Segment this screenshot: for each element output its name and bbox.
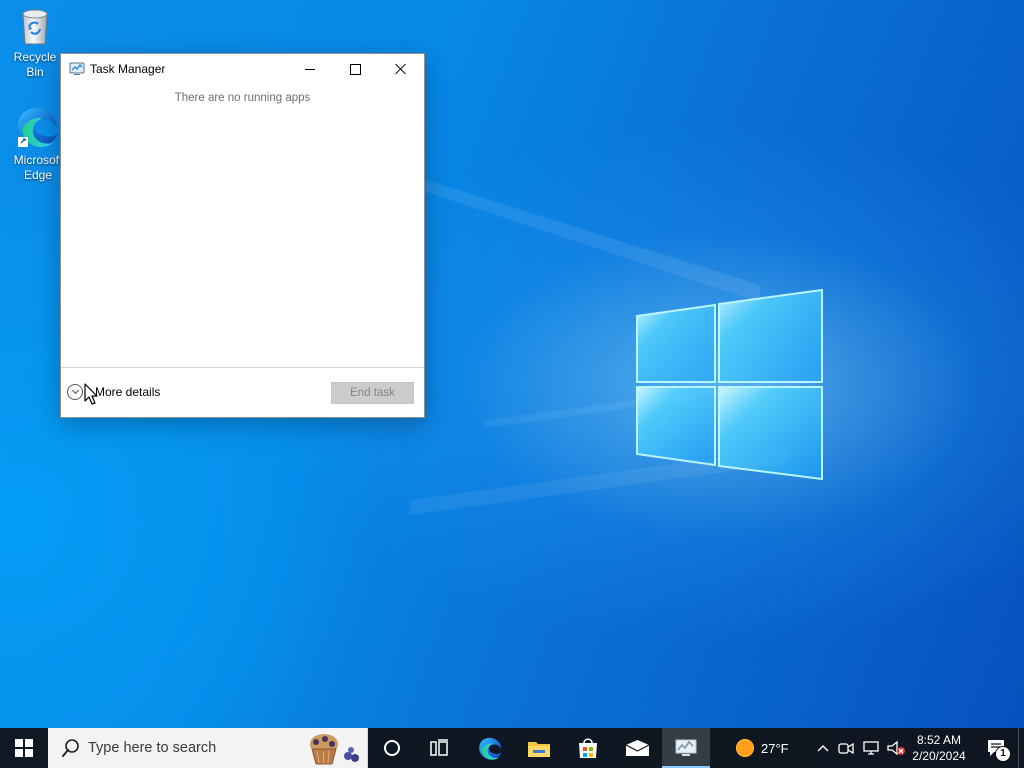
network-icon — [863, 741, 879, 755]
close-button[interactable] — [378, 54, 424, 84]
notification-count-badge: 1 — [996, 747, 1010, 761]
store-icon — [579, 738, 597, 758]
network-button[interactable] — [860, 728, 882, 768]
search-placeholder: Type here to search — [88, 740, 217, 756]
microsoft-edge-icon — [18, 108, 58, 147]
desktop-recycle-bin[interactable]: Recycle Bin — [4, 6, 66, 80]
windows-desktop: Recycle Bin Microsoft Edge Task Manager … — [0, 0, 1024, 768]
task-manager-window: Task Manager There are no running apps M… — [60, 53, 425, 418]
taskbar-clock[interactable]: 8:52 AM 2/20/2024 — [907, 732, 971, 766]
circle-icon — [384, 740, 400, 756]
muffin-icon — [310, 734, 359, 765]
weather-temperature: 27°F — [761, 740, 789, 756]
sun-icon — [736, 739, 754, 757]
volume-muted-icon — [887, 740, 905, 756]
task-manager-taskbar-button[interactable] — [662, 728, 710, 768]
minimize-button[interactable] — [287, 54, 333, 84]
mail-icon — [625, 740, 649, 756]
edge-taskbar-button[interactable] — [466, 728, 514, 768]
start-button[interactable] — [0, 728, 48, 768]
task-manager-titlebar[interactable]: Task Manager — [61, 54, 424, 84]
taskbar: Type here to search 27°F 8:52 AM 2/20/20… — [0, 728, 1024, 768]
recycle-bin-label: Recycle Bin — [13, 50, 57, 79]
no-running-apps-message: There are no running apps — [174, 92, 311, 104]
recycle-bin-icon — [22, 9, 48, 45]
more-details-label: More details — [95, 385, 161, 399]
more-details-button[interactable]: More details — [67, 381, 160, 403]
chevron-down-icon — [67, 384, 83, 400]
task-view-icon — [430, 739, 448, 756]
notification-center-button[interactable]: 1 — [977, 728, 1015, 768]
task-manager-icon — [69, 62, 85, 75]
maximize-icon — [349, 63, 361, 75]
volume-button[interactable] — [884, 728, 908, 768]
microsoft-store-taskbar-button[interactable] — [564, 728, 612, 768]
maximize-button[interactable] — [332, 54, 378, 84]
cortana-button[interactable] — [368, 728, 416, 768]
task-view-button[interactable] — [416, 728, 464, 768]
folder-icon — [528, 742, 550, 757]
clock-date: 2/20/2024 — [912, 749, 966, 763]
end-task-button[interactable]: End task — [331, 382, 414, 404]
taskbar-search-box[interactable]: Type here to search — [48, 728, 368, 768]
meet-now-button[interactable] — [836, 728, 856, 768]
weather-widget[interactable]: 27°F — [736, 728, 812, 768]
close-icon — [395, 63, 407, 75]
windows-start-icon — [15, 739, 33, 757]
mail-taskbar-button[interactable] — [613, 728, 661, 768]
file-explorer-taskbar-button[interactable] — [515, 728, 563, 768]
chevron-up-icon — [817, 745, 829, 752]
minimize-icon — [305, 68, 315, 70]
footer-divider — [61, 367, 424, 368]
clock-time: 8:52 AM — [916, 733, 962, 747]
search-icon — [62, 739, 79, 757]
window-title: Task Manager — [90, 62, 166, 76]
meet-now-icon — [838, 742, 854, 754]
edge-icon — [478, 737, 502, 760]
show-hidden-icons-button[interactable] — [813, 728, 833, 768]
windows-logo-wallpaper — [636, 288, 823, 481]
task-manager-icon — [675, 739, 697, 756]
show-desktop-button[interactable] — [1018, 728, 1024, 768]
